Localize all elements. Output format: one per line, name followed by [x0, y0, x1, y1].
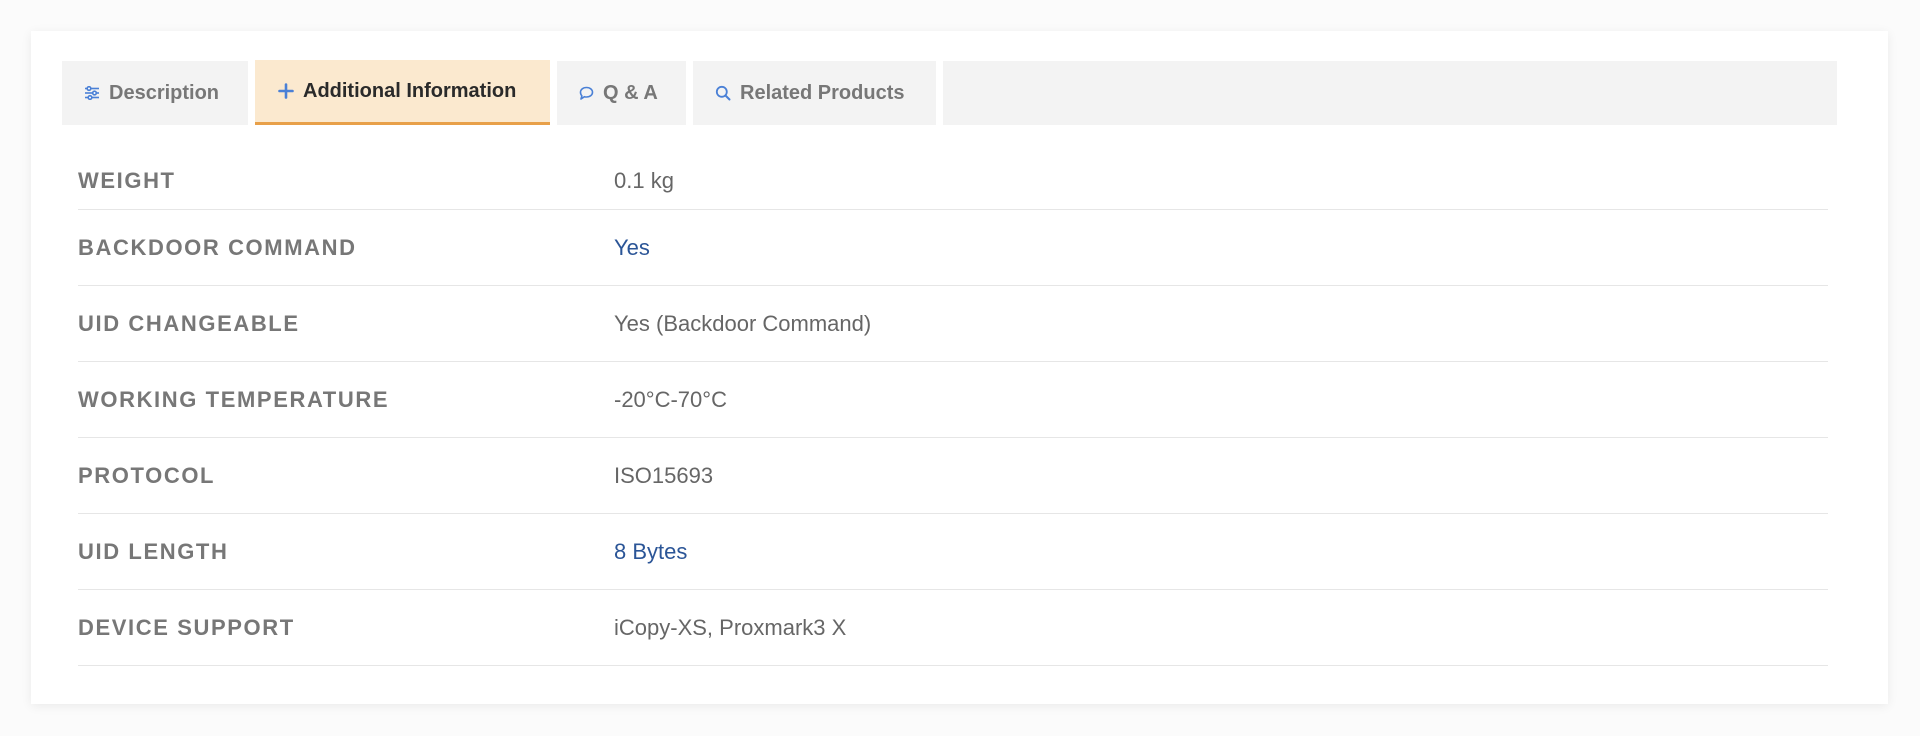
search-icon: [715, 85, 731, 101]
spec-value: Yes (Backdoor Command): [614, 310, 872, 336]
spec-row-protocol: PROTOCOL ISO15693: [78, 438, 1828, 514]
spec-value: 0.1 kg: [614, 168, 674, 193]
spec-label: BACKDOOR COMMAND: [78, 234, 357, 260]
tab-related-products[interactable]: Related Products: [693, 61, 936, 125]
tab-additional-information[interactable]: Additional Information: [255, 60, 550, 125]
tab-related-label: Related Products: [740, 81, 905, 104]
spec-label: WORKING TEMPERATURE: [78, 386, 390, 412]
tab-bar: Description Additional Information Q & A: [62, 60, 1837, 125]
spec-value: iCopy-XS, Proxmark3 X: [614, 614, 847, 640]
spec-row-backdoor-command: BACKDOOR COMMAND Yes: [78, 210, 1828, 286]
spec-label: UID LENGTH: [78, 538, 229, 564]
spec-value: -20°C-70°C: [614, 386, 727, 412]
spec-value: ISO15693: [614, 462, 714, 488]
spec-row-working-temperature: WORKING TEMPERATURE -20°C-70°C: [78, 362, 1828, 438]
sliders-icon: [84, 86, 100, 100]
spec-row-uid-length: UID LENGTH 8 Bytes: [78, 514, 1828, 590]
spec-label: UID CHANGEABLE: [78, 310, 300, 336]
spec-row-uid-changeable: UID CHANGEABLE Yes (Backdoor Command): [78, 286, 1828, 362]
tab-description[interactable]: Description: [62, 61, 248, 125]
tab-additional-label: Additional Information: [303, 79, 517, 102]
spec-row-device-support: DEVICE SUPPORT iCopy-XS, Proxmark3 X: [78, 590, 1828, 666]
spec-label: DEVICE SUPPORT: [78, 614, 295, 640]
tab-bar-filler: [943, 61, 1837, 125]
spec-label: WEIGHT: [78, 168, 176, 193]
specifications-table: WEIGHT 0.1 kg BACKDOOR COMMAND Yes UID C…: [78, 156, 1828, 666]
spec-value-link[interactable]: 8 Bytes: [614, 539, 687, 565]
tab-qa-label: Q & A: [603, 81, 658, 104]
tab-description-label: Description: [109, 81, 220, 104]
spec-row-weight: WEIGHT 0.1 kg: [78, 156, 1828, 210]
product-info-card: Description Additional Information Q & A: [31, 31, 1888, 704]
spec-label: PROTOCOL: [78, 462, 216, 488]
tab-qa[interactable]: Q & A: [557, 61, 686, 125]
speech-bubble-icon: [579, 86, 594, 101]
plus-icon: [278, 83, 294, 99]
spec-value-link[interactable]: Yes: [614, 235, 650, 261]
